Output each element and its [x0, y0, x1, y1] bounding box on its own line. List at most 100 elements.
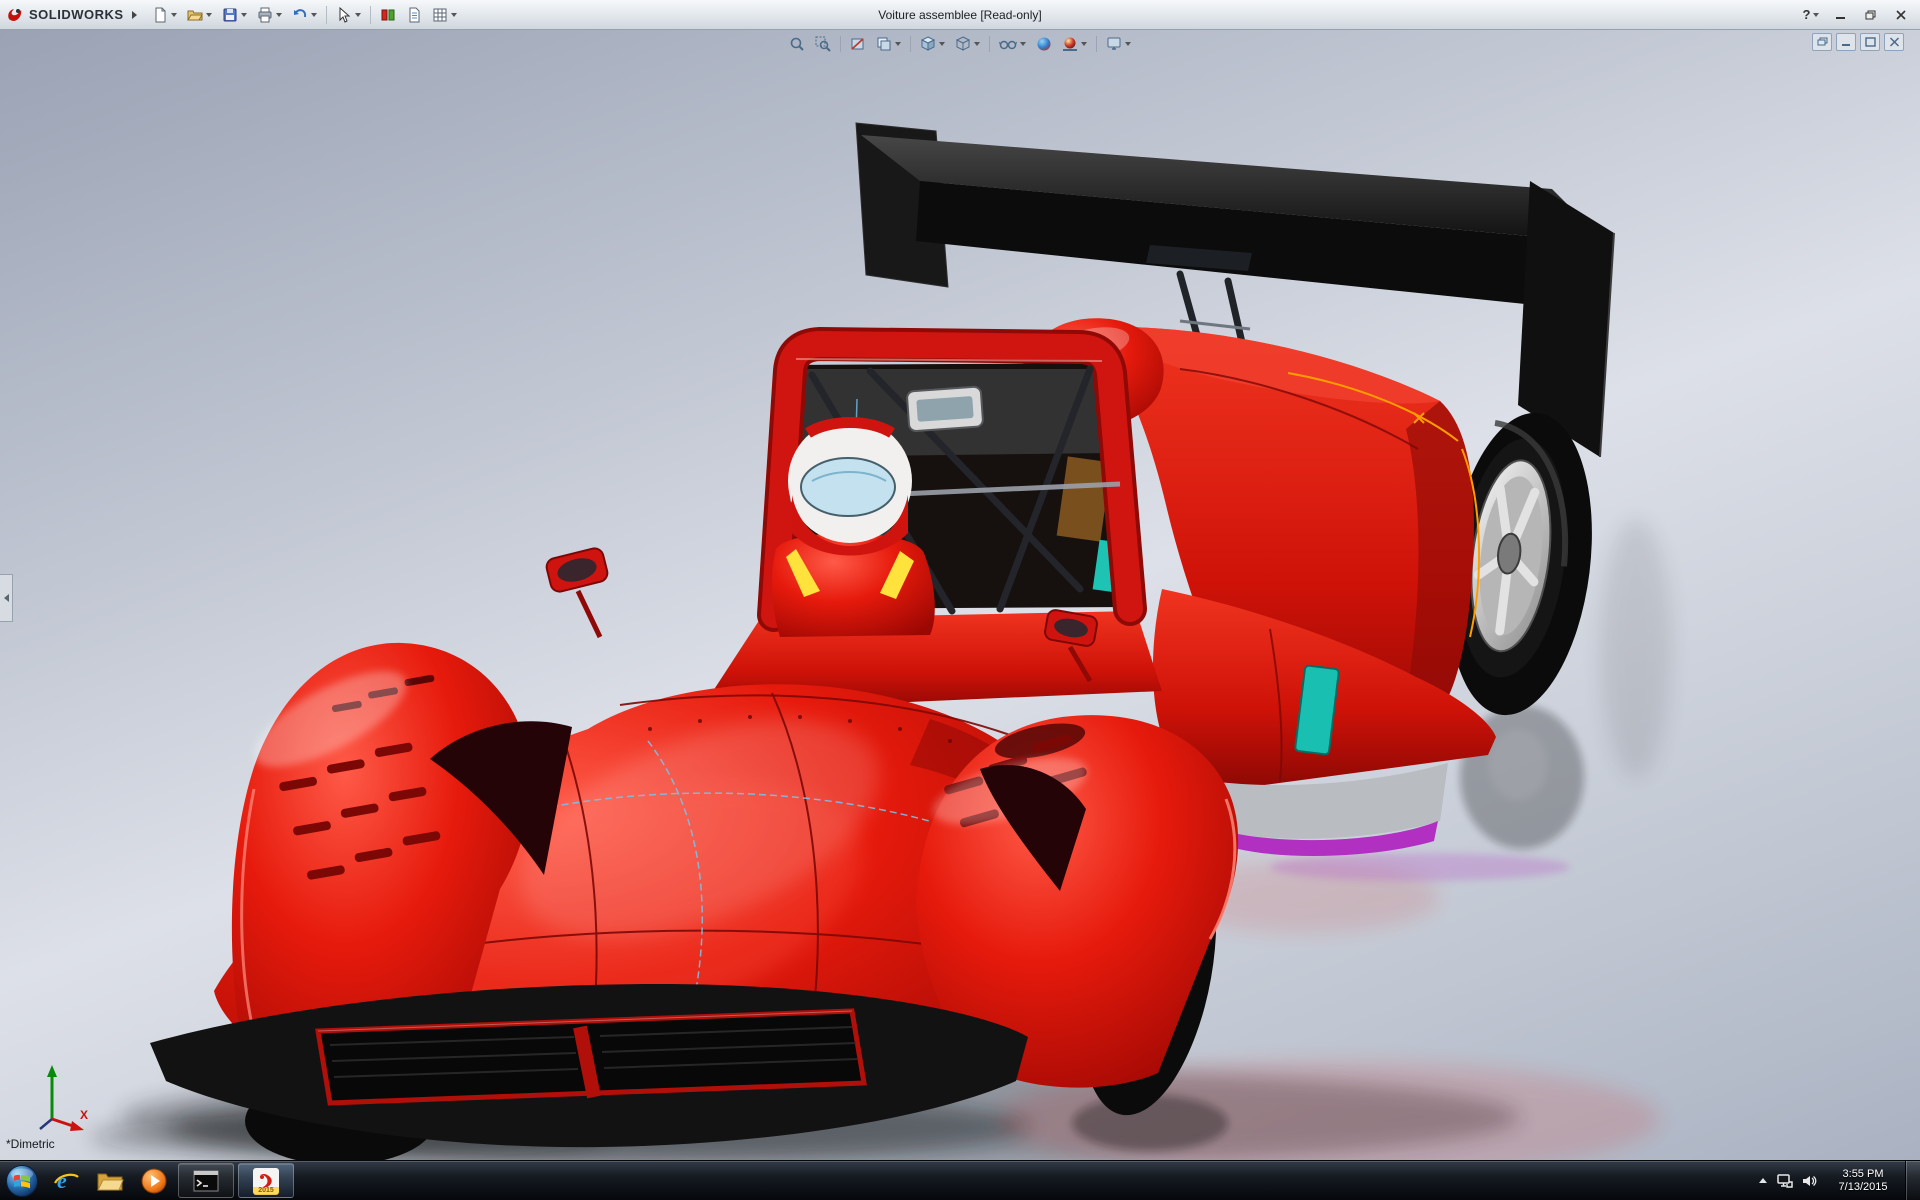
restore-document-icon: [1817, 37, 1828, 47]
options-button[interactable]: [428, 2, 461, 28]
titlebar: SOLIDWORKS: [0, 0, 1920, 30]
system-tray: 3:55 PM 7/13/2015: [1753, 1161, 1920, 1200]
section-view-button[interactable]: [846, 32, 870, 56]
view-orientation-cube-icon: [920, 36, 936, 52]
dropdown-chevron[interactable]: [1081, 42, 1087, 46]
car-model-render: [0, 29, 1920, 1161]
media-player-button[interactable]: [133, 1164, 175, 1198]
restore-icon: [1865, 10, 1877, 20]
window-title: Voiture assemblee [Read-only]: [878, 8, 1041, 22]
close-document-button[interactable]: [1884, 33, 1904, 51]
rearview-mirror: [907, 386, 984, 431]
undo-button[interactable]: [288, 2, 321, 28]
maximize-document-icon: [1865, 37, 1876, 47]
close-document-icon: [1889, 37, 1900, 47]
show-hidden-icons-button[interactable]: [1753, 1169, 1773, 1193]
save-button[interactable]: [218, 2, 251, 28]
solidworks-app-icon: 2015: [253, 1168, 279, 1194]
view-orientation-button[interactable]: [916, 32, 949, 56]
new-document-icon: [152, 7, 168, 23]
internet-explorer-button[interactable]: e: [45, 1164, 87, 1198]
minimize-document-button[interactable]: [1836, 33, 1856, 51]
media-player-icon: [140, 1167, 168, 1195]
restore-document-button[interactable]: [1812, 33, 1832, 51]
command-prompt-icon: [193, 1170, 219, 1192]
collapsed-panel-tab[interactable]: [0, 574, 13, 622]
windows-start-orb-icon: [5, 1164, 39, 1198]
clock-date: 7/13/2015: [1825, 1181, 1901, 1194]
show-desktop-button[interactable]: [1905, 1161, 1920, 1200]
cockpit[interactable]: [700, 344, 1162, 711]
dropdown-chevron[interactable]: [355, 13, 361, 17]
solidworks-window: SOLIDWORKS: [0, 0, 1920, 1200]
solidworks-logo-icon: [6, 6, 24, 24]
svg-text:e: e: [57, 1168, 67, 1193]
dropdown-chevron[interactable]: [451, 13, 457, 17]
dropdown-chevron[interactable]: [206, 13, 212, 17]
print-icon: [257, 7, 273, 23]
graphics-area[interactable]: X *Dimetric: [0, 29, 1920, 1161]
dropdown-chevron[interactable]: [241, 13, 247, 17]
file-properties-icon: [406, 7, 422, 23]
network-icon: [1776, 1173, 1794, 1189]
triad-x-label: X: [80, 1108, 88, 1122]
rebuild-button[interactable]: [376, 2, 400, 28]
headsup-separator: [910, 36, 911, 52]
view-selector-icon: [876, 36, 892, 52]
select-button[interactable]: [332, 2, 365, 28]
dropdown-chevron[interactable]: [1813, 13, 1819, 17]
headsup-separator: [989, 36, 990, 52]
windows-explorer-button[interactable]: [89, 1164, 131, 1198]
dropdown-chevron[interactable]: [974, 42, 980, 46]
volume-tray-icon[interactable]: [1797, 1167, 1821, 1195]
print-button[interactable]: [253, 2, 286, 28]
left-mirror: [545, 546, 610, 637]
document-window-controls: [1812, 33, 1904, 51]
volume-icon: [1801, 1173, 1817, 1189]
file-properties-button[interactable]: [402, 2, 426, 28]
edit-appearance-button[interactable]: [1032, 32, 1056, 56]
hide-show-items-button[interactable]: [995, 32, 1030, 56]
view-settings-icon: [1106, 36, 1122, 52]
zoom-to-area-button[interactable]: [811, 32, 835, 56]
headsup-separator: [840, 36, 841, 52]
internet-explorer-icon: e: [52, 1167, 80, 1195]
close-button[interactable]: [1886, 4, 1916, 26]
dropdown-chevron[interactable]: [311, 13, 317, 17]
menu-expand-chevron[interactable]: [132, 11, 137, 19]
select-cursor-icon: [336, 7, 352, 23]
dropdown-chevron[interactable]: [895, 42, 901, 46]
zoom-to-area-icon: [815, 36, 831, 52]
display-style-button[interactable]: [951, 32, 984, 56]
dropdown-chevron[interactable]: [1020, 42, 1026, 46]
save-icon: [222, 7, 238, 23]
taskbar-clock[interactable]: 3:55 PM 7/13/2015: [1821, 1168, 1905, 1194]
apply-scene-button[interactable]: [1058, 32, 1091, 56]
open-button[interactable]: [183, 2, 216, 28]
app-name: SOLIDWORKS: [29, 7, 124, 22]
network-tray-icon[interactable]: [1773, 1167, 1797, 1195]
taskbar: e: [0, 1160, 1920, 1200]
dropdown-chevron[interactable]: [939, 42, 945, 46]
restore-button[interactable]: [1856, 4, 1886, 26]
start-button[interactable]: [1, 1164, 43, 1198]
new-document-button[interactable]: [148, 2, 181, 28]
dropdown-chevron[interactable]: [171, 13, 177, 17]
command-prompt-button[interactable]: [178, 1163, 234, 1198]
dropdown-chevron[interactable]: [1125, 42, 1131, 46]
maximize-document-button[interactable]: [1860, 33, 1880, 51]
dropdown-chevron[interactable]: [276, 13, 282, 17]
zoom-to-fit-button[interactable]: [785, 32, 809, 56]
headsup-separator: [1096, 36, 1097, 52]
display-style-icon: [955, 36, 971, 52]
view-settings-button[interactable]: [1102, 32, 1135, 56]
help-button[interactable]: ?: [1796, 4, 1826, 26]
solidworks-taskbar-button[interactable]: 2015: [238, 1163, 294, 1198]
toolbar-separator: [326, 6, 327, 24]
rebuild-icon: [380, 7, 396, 23]
options-grid-icon: [432, 7, 448, 23]
view-selector-button[interactable]: [872, 32, 905, 56]
solidworks-version-badge: 2015: [253, 1187, 279, 1195]
apply-scene-icon: [1062, 36, 1078, 52]
minimize-button[interactable]: [1826, 4, 1856, 26]
